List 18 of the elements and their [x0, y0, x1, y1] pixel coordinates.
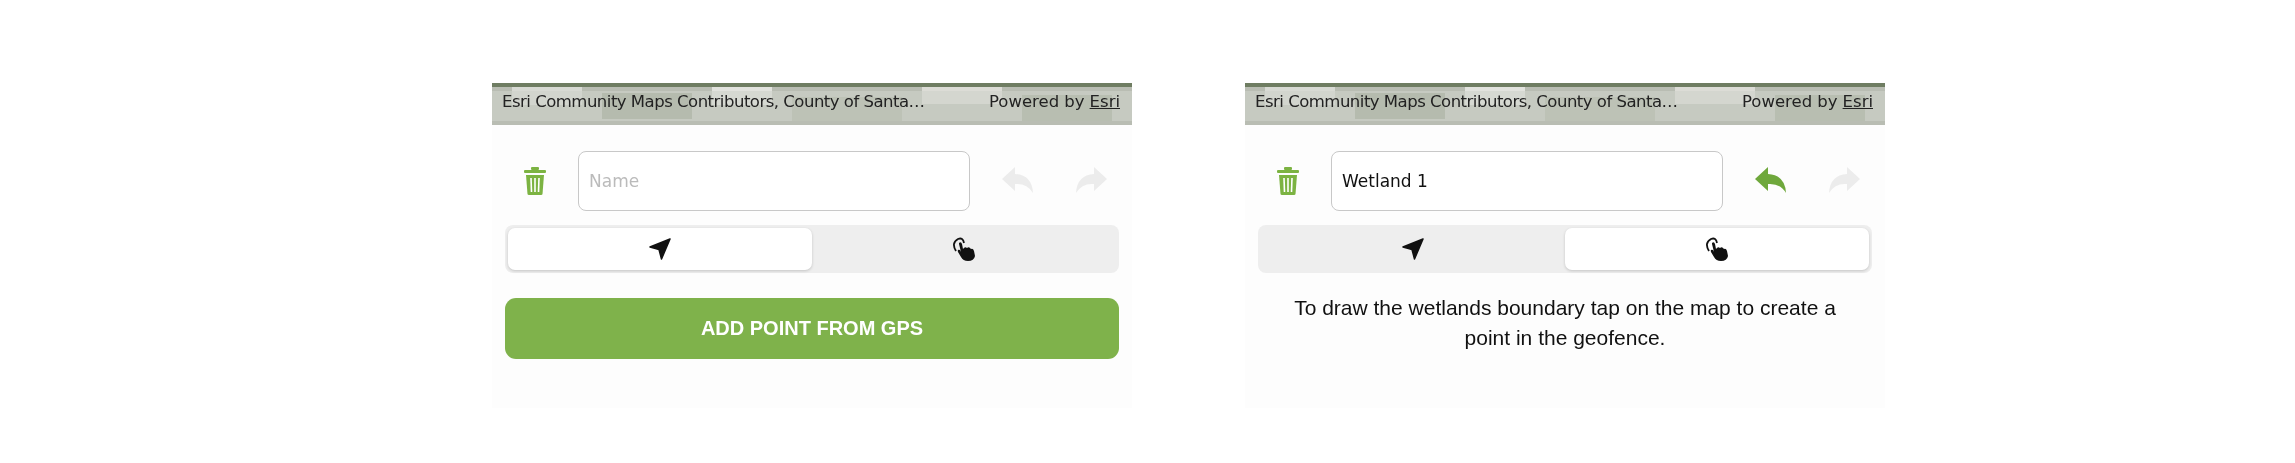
esri-link[interactable]: Esri	[1089, 92, 1120, 111]
powered-by-label: Powered by	[988, 92, 1085, 111]
instruction-text: To draw the wetlands boundary tap on the map to create a point in the geofence.	[1293, 295, 1837, 351]
name-field[interactable]: Name	[578, 151, 970, 211]
powered-by-label: Powered by	[1741, 92, 1838, 111]
map-attribution: Esri Community Maps Contributors, County of Santa…	[502, 92, 925, 111]
mode-tab[interactable]	[1565, 228, 1869, 270]
undo-icon	[1755, 167, 1787, 195]
name-field[interactable]: Wetland 1	[1331, 151, 1723, 211]
navigation-arrow-icon	[649, 238, 671, 260]
trash-icon	[524, 167, 546, 195]
map-attribution: Esri Community Maps Contributors, County of Santa…	[1255, 92, 1678, 111]
hand-tap-icon	[1703, 237, 1731, 261]
navigation-arrow-icon	[1402, 238, 1424, 260]
mode-tab[interactable]	[508, 228, 812, 270]
hand-tap-icon	[950, 237, 978, 261]
trash-icon	[1277, 167, 1299, 195]
esri-link[interactable]: Esri	[1842, 92, 1873, 111]
